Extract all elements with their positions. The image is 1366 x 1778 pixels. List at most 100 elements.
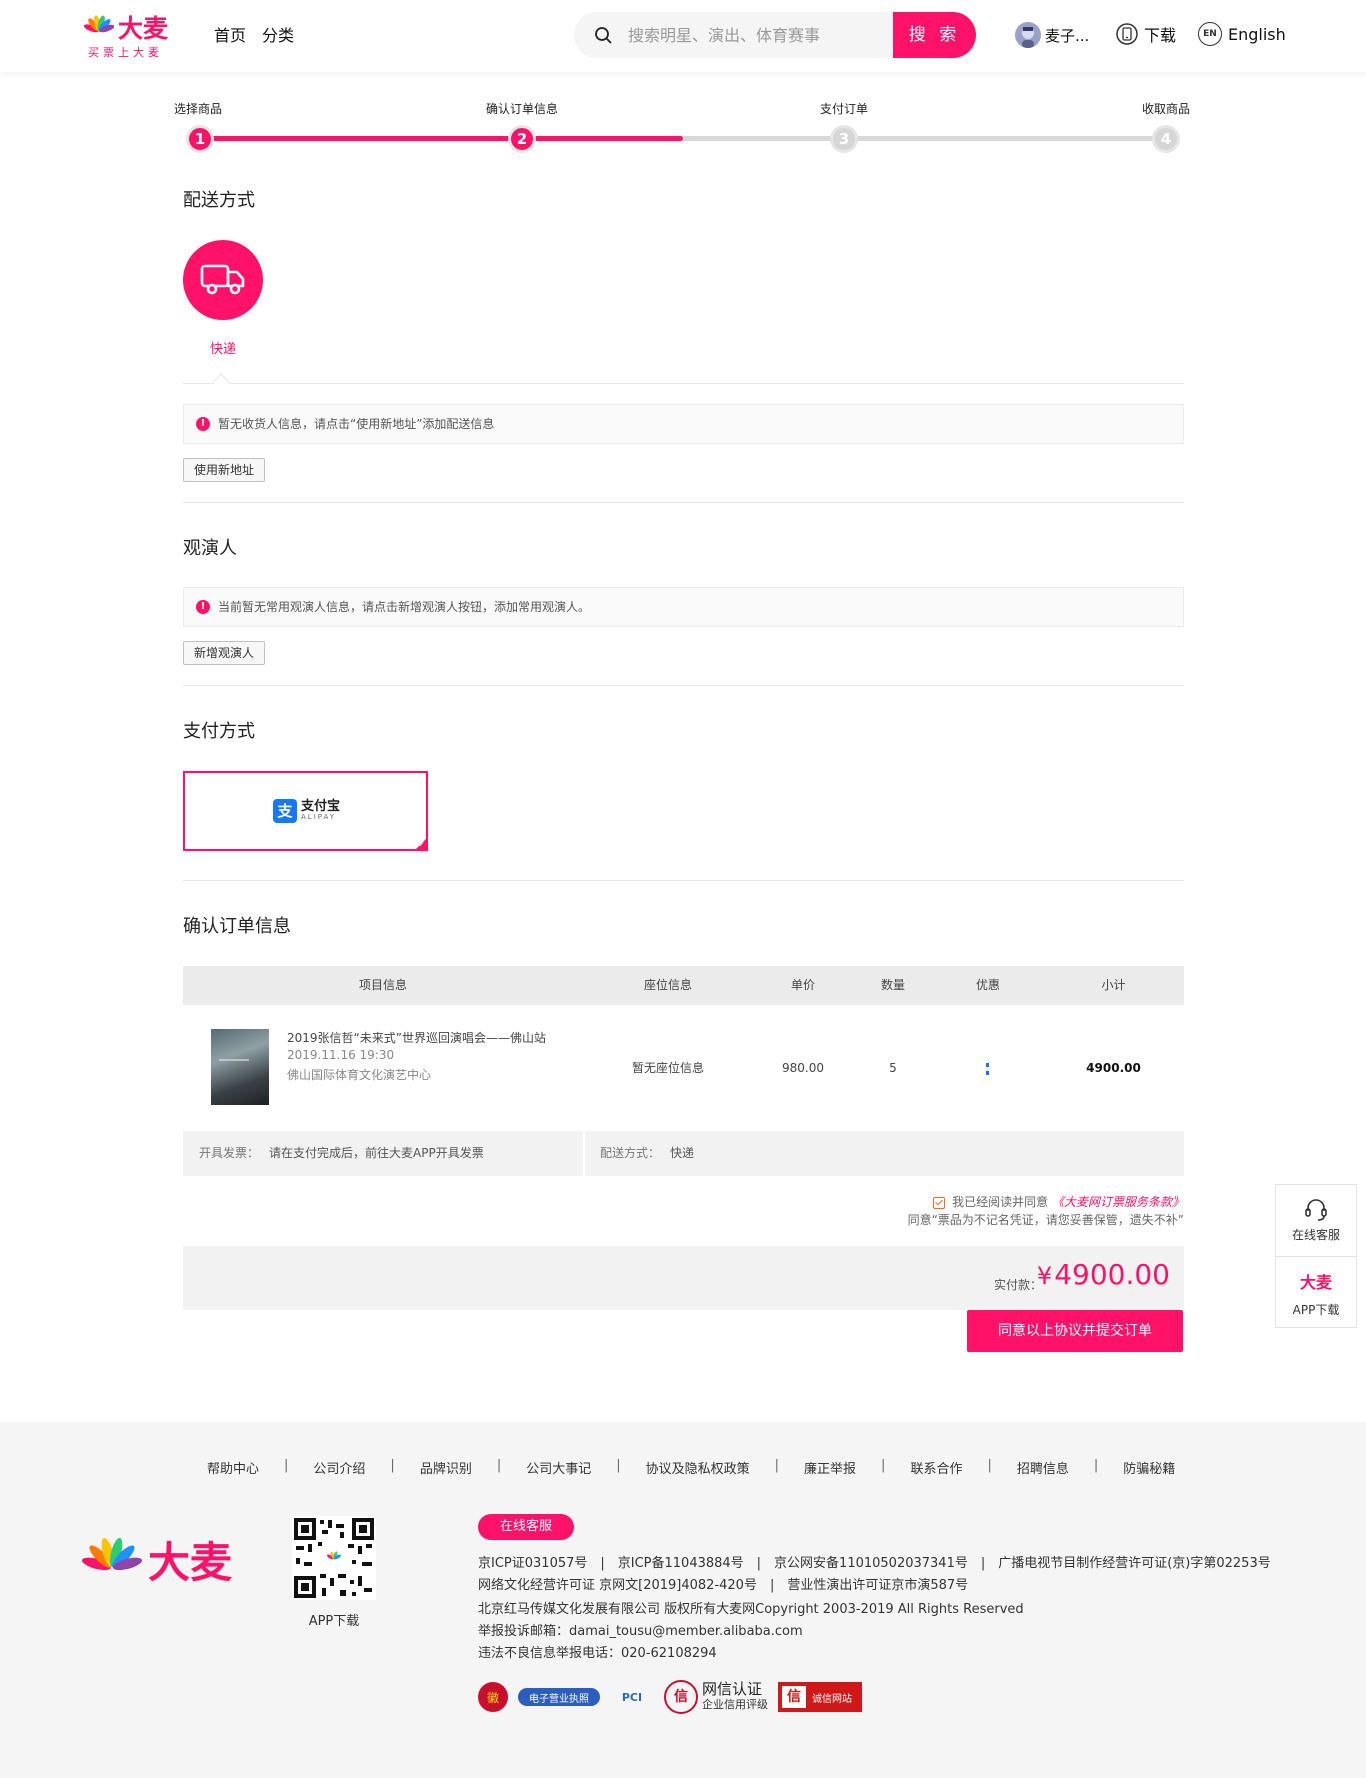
footer-service-button[interactable]: 在线客服	[478, 1514, 574, 1540]
delivery-divider	[183, 383, 1184, 384]
order-title: 确认订单信息	[183, 916, 291, 937]
total-bar: 实付款： ¥4900.00	[183, 1246, 1184, 1310]
footer: 帮助中心 | 公司介绍 | 品牌识别 | 公司大事记 | 协议及隐私权政策 | 廉正举报 |…	[0, 1422, 1366, 1778]
viewers-notice: ! 当前暂无常用观演人信息，请点击新增观演人按钮，添加常用观演人。	[183, 587, 1184, 627]
search-button[interactable]: 搜 索	[893, 12, 976, 58]
submit-order-button[interactable]: 同意以上协议并提交订单	[967, 1310, 1183, 1352]
add-viewer-button[interactable]: 新增观演人	[183, 641, 266, 665]
footer-link-history[interactable]: 公司大事记	[526, 1458, 591, 1477]
police-badge-icon[interactable]: 徽	[478, 1682, 508, 1712]
info-separator	[583, 1131, 585, 1176]
floating-sidebar: 在线客服 大麦 APP下载	[1275, 1184, 1357, 1328]
event-poster[interactable]	[211, 1029, 269, 1105]
alipay-icon: 支	[273, 799, 297, 823]
table-row: 2019张信哲“未来式”世界巡回演唱会——佛山站 2019.11.16 19:3…	[183, 1005, 1184, 1131]
step-progress	[200, 136, 683, 141]
business-license-badge[interactable]: 电子营业执照	[518, 1688, 600, 1706]
credit-rating-badge[interactable]: 信 网信认证 企业信用评级	[664, 1680, 768, 1714]
footer-link-help[interactable]: 帮助中心	[207, 1458, 259, 1477]
discount-cell	[933, 1005, 1043, 1131]
user-menu[interactable]: 麦子...	[1015, 22, 1089, 48]
alert-icon: !	[196, 417, 210, 431]
headset-icon	[1305, 1199, 1327, 1221]
certification-badges: 徽 电子营业执照 PCI 信 网信认证 企业信用评级 信 诚信网站	[478, 1680, 862, 1714]
order-table-header: 项目信息 座位信息 单价 数量 优惠 小计	[183, 966, 1184, 1005]
alert-icon: !	[196, 600, 210, 614]
main-nav: 首页 分类	[214, 24, 294, 48]
language-switch[interactable]: EN English	[1198, 22, 1286, 46]
footer-link-about[interactable]: 公司介绍	[313, 1458, 365, 1477]
new-address-button[interactable]: 使用新地址	[183, 458, 266, 482]
logo-slogan: 买票上大麦	[88, 46, 163, 59]
col-seat: 座位信息	[643, 978, 692, 992]
footer-link-jobs[interactable]: 招聘信息	[1017, 1458, 1069, 1477]
footer-logo: 大麦	[81, 1534, 252, 1594]
avatar	[1015, 22, 1041, 48]
nav-category[interactable]: 分类	[262, 24, 294, 48]
footer-link-report[interactable]: 廉正举报	[804, 1458, 856, 1477]
delivery-notice-text: 暂无收货人信息，请点击“使用新地址”添加配送信息	[218, 417, 495, 431]
col-quantity: 数量	[880, 978, 905, 992]
trusted-site-badge[interactable]: 信 诚信网站	[778, 1682, 862, 1712]
footer-logo-text: 大麦	[148, 1538, 233, 1587]
language-label: English	[1228, 24, 1286, 44]
online-service-button[interactable]: 在线客服	[1276, 1185, 1356, 1255]
agreement-note: 同意“票品为不记名凭证，请您妥善保管，遗失不补”	[907, 1213, 1184, 1227]
shipping-value: 快递	[670, 1146, 695, 1160]
alipay-option[interactable]: 支 支付宝 ALIPAY ✓	[183, 771, 428, 851]
app-download-button[interactable]: 大麦 APP下载	[1276, 1257, 1356, 1327]
step-dot-3: 3	[830, 125, 858, 153]
invoice-label: 开具发票：	[199, 1146, 260, 1160]
shipping-info: 配送方式： 快递	[600, 1131, 694, 1176]
footer-logo-flower-icon	[81, 1537, 143, 1571]
viewers-notice-text: 当前暂无常用观演人信息，请点击新增观演人按钮，添加常用观演人。	[218, 600, 591, 614]
section-divider	[183, 880, 1184, 881]
unit-price: 980.00	[782, 1061, 824, 1075]
terms-link[interactable]: 《大麦网订票服务条款》	[1052, 1195, 1184, 1209]
step-label-2: 确认订单信息	[486, 102, 559, 116]
footer-link-brand[interactable]: 品牌识别	[420, 1458, 472, 1477]
app-download-label: APP下载	[1292, 1303, 1340, 1317]
footer-report-email: 举报投诉邮箱：damai_tousu@member.alibaba.com	[478, 1624, 803, 1639]
pci-badge[interactable]: PCI	[610, 1682, 654, 1712]
delivery-title: 配送方式	[183, 190, 255, 211]
event-venue: 佛山国际体育文化演艺中心	[287, 1068, 432, 1082]
total-amount: ¥4900.00	[1037, 1258, 1170, 1291]
trusted-site-label: 诚信网站	[812, 1693, 852, 1705]
nav-home[interactable]: 首页	[214, 24, 246, 48]
section-divider	[183, 685, 1184, 686]
alipay-name: 支付宝	[301, 799, 341, 814]
download-link[interactable]: 下载	[1116, 22, 1176, 46]
footer-link-antifraud[interactable]: 防骗秘籍	[1123, 1458, 1175, 1477]
agreement-prefix: 我已经阅读并同意	[952, 1195, 1049, 1209]
username: 麦子...	[1045, 26, 1090, 45]
agreement-checkbox[interactable]	[933, 1196, 946, 1209]
damai-logo[interactable]: 大麦 买票上大麦	[84, 12, 180, 60]
footer-link-contact[interactable]: 联系合作	[910, 1458, 962, 1477]
step-dot-4: 4	[1152, 125, 1180, 153]
total-amount-value: 4900.00	[1054, 1258, 1170, 1291]
avatar-figure-icon	[1022, 27, 1034, 48]
delivery-option-express[interactable]	[183, 240, 263, 320]
delivery-caret	[212, 373, 230, 391]
alipay-logo: 支 支付宝 ALIPAY	[273, 799, 340, 823]
invoice-value: 请在支付完成后，前往大麦APP开具发票	[269, 1146, 484, 1160]
payment-title: 支付方式	[183, 721, 255, 742]
delivery-notice: ! 暂无收货人信息，请点击“使用新地址”添加配送信息	[183, 404, 1184, 444]
trusted-site-icon: 信	[782, 1686, 806, 1708]
step-label-1: 选择商品	[174, 102, 223, 116]
discount-icon[interactable]	[986, 1062, 990, 1075]
logo-text: 大麦	[118, 14, 169, 43]
step-dot-1: 1	[186, 125, 214, 153]
col-discount: 优惠	[975, 978, 1000, 992]
footer-links: 帮助中心 | 公司介绍 | 品牌识别 | 公司大事记 | 协议及隐私权政策 | 廉正举报 |…	[207, 1458, 1176, 1477]
step-label-4: 收取商品	[1142, 102, 1191, 116]
currency-symbol: ¥	[1036, 1262, 1053, 1290]
agreement: 我已经阅读并同意 《大麦网订票服务条款》 同意“票品为不记名凭证，请您妥善保管，…	[600, 1193, 1184, 1229]
order-steps: 选择商品 确认订单信息 支付订单 收取商品 1 2 3 4	[174, 100, 1192, 160]
credit-subtitle: 企业信用评级	[702, 1698, 768, 1711]
footer-link-privacy[interactable]: 协议及隐私权政策	[646, 1458, 750, 1477]
viewers-title: 观演人	[183, 538, 237, 559]
search-input[interactable]	[628, 12, 918, 58]
event-date: 2019.11.16 19:30	[287, 1048, 395, 1062]
